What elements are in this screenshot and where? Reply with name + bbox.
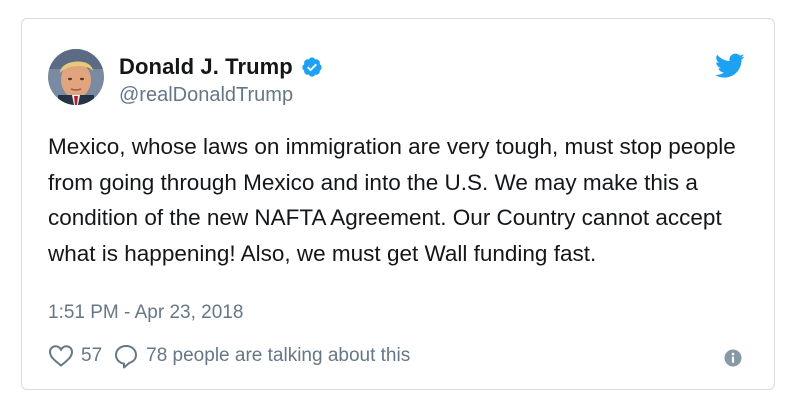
like-count: 57 [81, 345, 103, 366]
heart-icon [48, 344, 74, 368]
reply-bubble-icon [113, 343, 139, 369]
reply-button[interactable]: 78 people are talking about this [113, 343, 410, 369]
engagement-bar: 57 78 people are talking about this [48, 341, 410, 371]
talking-about-text: 78 people are talking about this [146, 345, 411, 366]
avatar-image [48, 49, 104, 105]
name-row: Donald J. Trump [119, 53, 323, 81]
author-block: Donald J. Trump @realDonaldTrump [119, 53, 323, 107]
tweet-text: Mexico, whose laws on immigration are ve… [48, 134, 736, 266]
avatar[interactable] [48, 49, 104, 105]
verified-badge-icon [301, 56, 323, 78]
info-icon[interactable] [724, 349, 742, 367]
display-name[interactable]: Donald J. Trump [119, 54, 293, 80]
user-handle[interactable]: @realDonaldTrump [119, 84, 323, 107]
like-button[interactable]: 57 [48, 344, 102, 368]
twitter-bird-icon[interactable] [715, 53, 745, 79]
tweet-timestamp[interactable]: 1:51 PM - Apr 23, 2018 [48, 302, 243, 324]
tweet-card: Donald J. Trump @realDonaldTrump Mexico,… [21, 18, 775, 390]
